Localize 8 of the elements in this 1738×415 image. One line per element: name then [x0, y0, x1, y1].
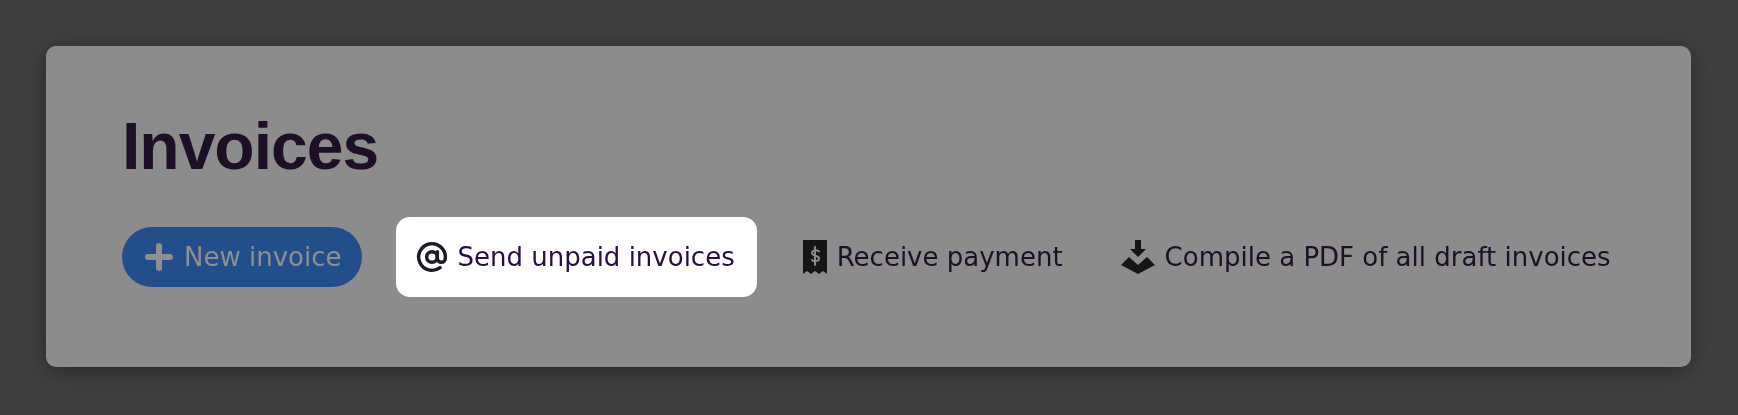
download-icon	[1120, 239, 1155, 274]
page-title: Invoices	[122, 110, 380, 183]
action-button[interactable]: Send unpaid invoices	[395, 216, 757, 297]
action-button[interactable]: Receive payment	[790, 226, 1075, 287]
plus-icon	[144, 241, 174, 272]
receipt-icon	[802, 239, 827, 274]
action-button[interactable]: Compile a PDF of all draft invoices	[1108, 226, 1623, 287]
at-sign-icon	[415, 240, 448, 273]
